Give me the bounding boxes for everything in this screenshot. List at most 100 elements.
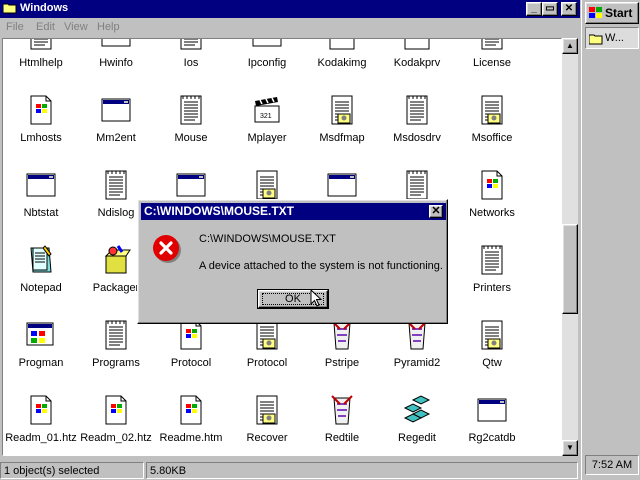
menu-edit[interactable]: Edit — [36, 21, 55, 33]
window-icon — [175, 169, 207, 201]
file-item[interactable]: Ipconfig — [229, 39, 305, 91]
file-item[interactable]: Msdosdrv — [379, 94, 455, 166]
program-manager-icon — [25, 319, 57, 351]
maximize-button[interactable]: ▭ — [542, 2, 558, 16]
file-label: Redtile — [324, 432, 360, 444]
svg-text:321: 321 — [260, 113, 272, 120]
file-item[interactable]: Printers — [454, 244, 530, 316]
file-item[interactable]: Qtw — [454, 319, 530, 391]
file-item[interactable]: Protocol — [229, 319, 305, 391]
file-label: Kodakimg — [317, 57, 367, 69]
file-item[interactable]: Progman — [3, 319, 79, 391]
window-icon — [100, 39, 132, 51]
notepad-doc-icon — [476, 39, 508, 51]
file-label: Mm2ent — [96, 132, 136, 144]
clapper-icon: 321 — [251, 94, 283, 126]
file-item[interactable]: Protocol — [153, 319, 229, 391]
kodak-image-icon — [401, 39, 433, 51]
file-label: Readme.htm — [159, 432, 223, 444]
pstripe-icon — [326, 394, 358, 426]
window-icon — [476, 394, 508, 426]
file-label: License — [473, 57, 511, 69]
status-selection: 1 object(s) selected — [0, 462, 144, 479]
file-item[interactable]: Htmlhelp — [3, 39, 79, 91]
file-item[interactable]: Notepad — [3, 244, 79, 316]
file-item[interactable]: Msdfmap — [304, 94, 380, 166]
file-item[interactable]: Recover — [229, 394, 305, 455]
file-item[interactable]: Networks — [454, 169, 530, 241]
window-icon — [25, 169, 57, 201]
dialog-file-path: C:\WINDOWS\MOUSE.TXT — [199, 233, 336, 245]
file-item[interactable]: Kodakprv — [379, 39, 455, 91]
error-dialog: C:\WINDOWS\MOUSE.TXT ✕ C:\WINDOWS\MOUSE.… — [137, 199, 448, 324]
file-item[interactable]: Nbtstat — [3, 169, 79, 241]
file-item[interactable]: Hwinfo — [78, 39, 154, 91]
scroll-up-button[interactable]: ▲ — [562, 38, 578, 54]
file-item[interactable]: Readm_01.htz — [3, 394, 79, 455]
file-label: Regedit — [398, 432, 436, 444]
windows-doc-icon — [175, 394, 207, 426]
file-item[interactable]: Programs — [78, 319, 154, 391]
file-item[interactable]: Mouse — [153, 94, 229, 166]
file-item[interactable]: Mm2ent — [78, 94, 154, 166]
file-item[interactable]: Regedit — [379, 394, 455, 455]
file-label: Printers — [473, 282, 511, 294]
file-label: Hwinfo — [99, 57, 133, 69]
menu-help[interactable]: Help — [97, 21, 120, 33]
file-label: Protocol — [246, 357, 288, 369]
dialog-close-button[interactable]: ✕ — [429, 205, 443, 218]
file-label: Mplayer — [247, 132, 287, 144]
close-button[interactable]: ✕ — [561, 2, 577, 16]
file-item[interactable]: Pyramid2 — [379, 319, 455, 391]
windows-doc-icon — [100, 394, 132, 426]
notepad-doc-icon — [175, 94, 207, 126]
status-bar: 1 object(s) selected 5.80KB — [0, 461, 580, 480]
file-label: Htmlhelp — [19, 57, 63, 69]
folder-icon — [3, 3, 17, 14]
kodak-image-icon — [326, 39, 358, 51]
scroll-thumb[interactable] — [562, 224, 578, 314]
windows-doc-icon — [25, 94, 57, 126]
file-label: Qtw — [482, 357, 502, 369]
start-label: Start — [605, 6, 633, 20]
window-titlebar[interactable]: Windows _ ▭ ✕ — [0, 0, 580, 18]
file-item[interactable]: 321 Mplayer — [229, 94, 305, 166]
vertical-scrollbar[interactable]: ▲ ▼ — [562, 38, 578, 456]
file-item[interactable]: Ios — [153, 39, 229, 91]
notepad-doc-icon — [175, 39, 207, 51]
settings-doc-icon — [326, 94, 358, 126]
dialog-titlebar[interactable]: C:\WINDOWS\MOUSE.TXT ✕ — [141, 203, 446, 220]
minimize-button[interactable]: _ — [526, 2, 542, 16]
file-label: Readm_02.htz — [80, 432, 152, 444]
taskbar-button-label: W... — [605, 32, 624, 44]
settings-doc-icon — [476, 94, 508, 126]
file-item[interactable]: Pstripe — [304, 319, 380, 391]
folder-icon — [589, 34, 603, 45]
file-item[interactable]: Readm_02.htz — [78, 394, 154, 455]
start-button[interactable]: Start — [585, 2, 639, 24]
notepad-doc-icon — [100, 319, 132, 351]
file-label: Pstripe — [324, 357, 360, 369]
file-item[interactable]: Rg2catdb — [454, 394, 530, 455]
taskbar-button-windows[interactable]: W... — [585, 27, 639, 49]
file-label: Pyramid2 — [393, 357, 441, 369]
scroll-down-button[interactable]: ▼ — [562, 440, 578, 456]
menu-bar: File Edit View Help — [0, 19, 580, 37]
windows-logo-icon — [589, 7, 602, 18]
file-label: Programs — [92, 357, 140, 369]
menu-file[interactable]: File — [6, 21, 24, 33]
menu-view[interactable]: View — [64, 21, 88, 33]
file-item[interactable]: Kodakimg — [304, 39, 380, 91]
file-label: Kodakprv — [393, 57, 441, 69]
file-label: Nbtstat — [23, 207, 59, 219]
settings-doc-icon — [476, 319, 508, 351]
file-item[interactable]: Msoffice — [454, 94, 530, 166]
file-item[interactable]: Readme.htm — [153, 394, 229, 455]
file-item[interactable]: Lmhosts — [3, 94, 79, 166]
file-label: Ipconfig — [247, 57, 287, 69]
file-label: Rg2catdb — [468, 432, 516, 444]
settings-doc-icon — [251, 169, 283, 201]
notepad-doc-icon — [401, 94, 433, 126]
file-item[interactable]: License — [454, 39, 530, 91]
file-item[interactable]: Redtile — [304, 394, 380, 455]
